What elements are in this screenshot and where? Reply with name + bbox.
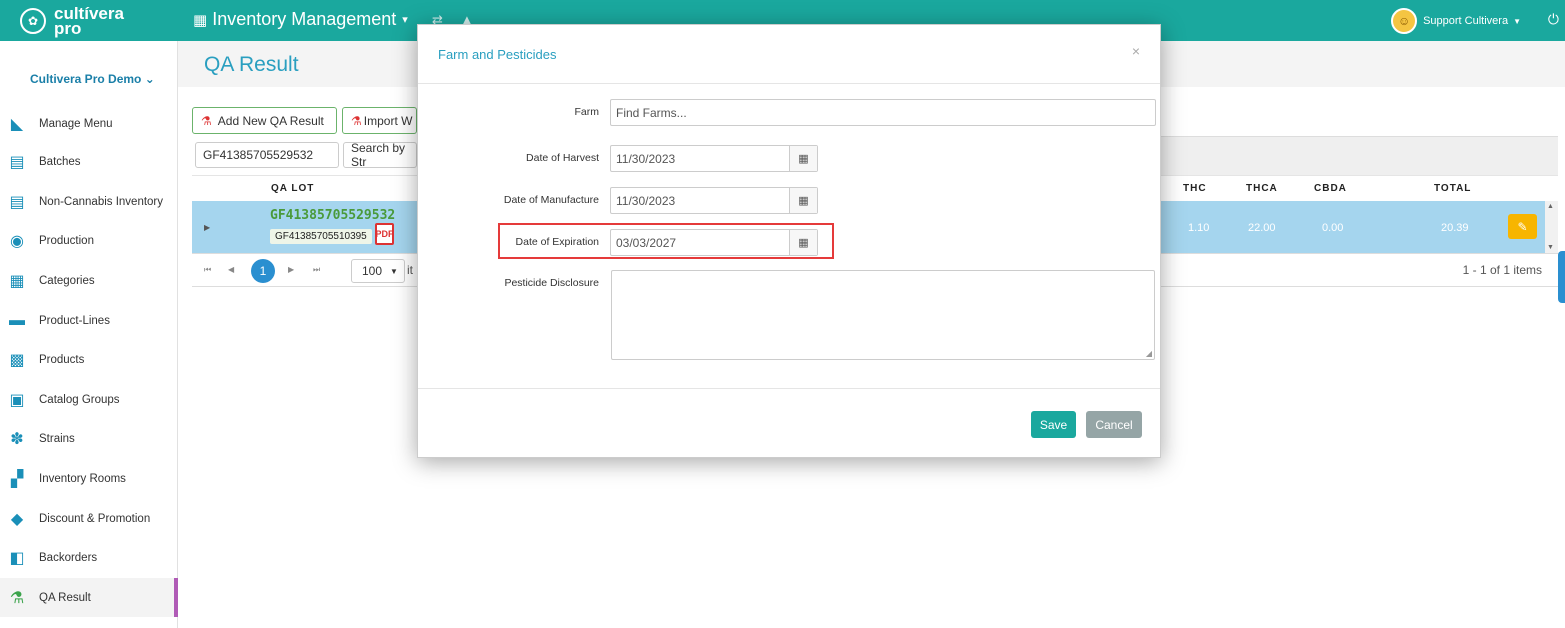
farm-pesticides-dialog: Farm and Pesticides × Farm Find Farms...… [417, 24, 1161, 458]
save-button[interactable]: Save [1031, 411, 1076, 438]
calendar-icon[interactable]: ▦ [789, 188, 817, 213]
harvest-date-value: 11/30/2023 [616, 151, 676, 166]
farm-placeholder: Find Farms... [616, 105, 687, 120]
expiration-date-value: 03/03/2027 [616, 235, 677, 250]
farm-label: Farm [574, 106, 600, 118]
dialog-header: Farm and Pesticides × [418, 25, 1160, 84]
close-icon[interactable]: × [1132, 43, 1140, 59]
expiration-label: Date of Expiration [515, 236, 599, 248]
calendar-icon[interactable]: ▦ [789, 146, 817, 171]
manufacture-date-input[interactable]: 11/30/2023 ▦ [610, 187, 818, 214]
resize-grip-icon[interactable]: ◢ [1146, 349, 1152, 358]
manufacture-label: Date of Manufacture [503, 194, 599, 206]
calendar-icon[interactable]: ▦ [789, 230, 817, 255]
farm-input[interactable]: Find Farms... [610, 99, 1156, 126]
harvest-date-input[interactable]: 11/30/2023 ▦ [610, 145, 818, 172]
dialog-title: Farm and Pesticides [438, 47, 557, 62]
pesticide-label: Pesticide Disclosure [504, 277, 599, 289]
cancel-button[interactable]: Cancel [1086, 411, 1142, 438]
expiration-date-input[interactable]: 03/03/2027 ▦ [610, 229, 818, 256]
harvest-label: Date of Harvest [526, 152, 599, 164]
pesticide-disclosure-textarea[interactable]: ◢ [611, 270, 1155, 360]
manufacture-date-value: 11/30/2023 [616, 193, 676, 208]
dialog-footer-divider [418, 388, 1160, 389]
